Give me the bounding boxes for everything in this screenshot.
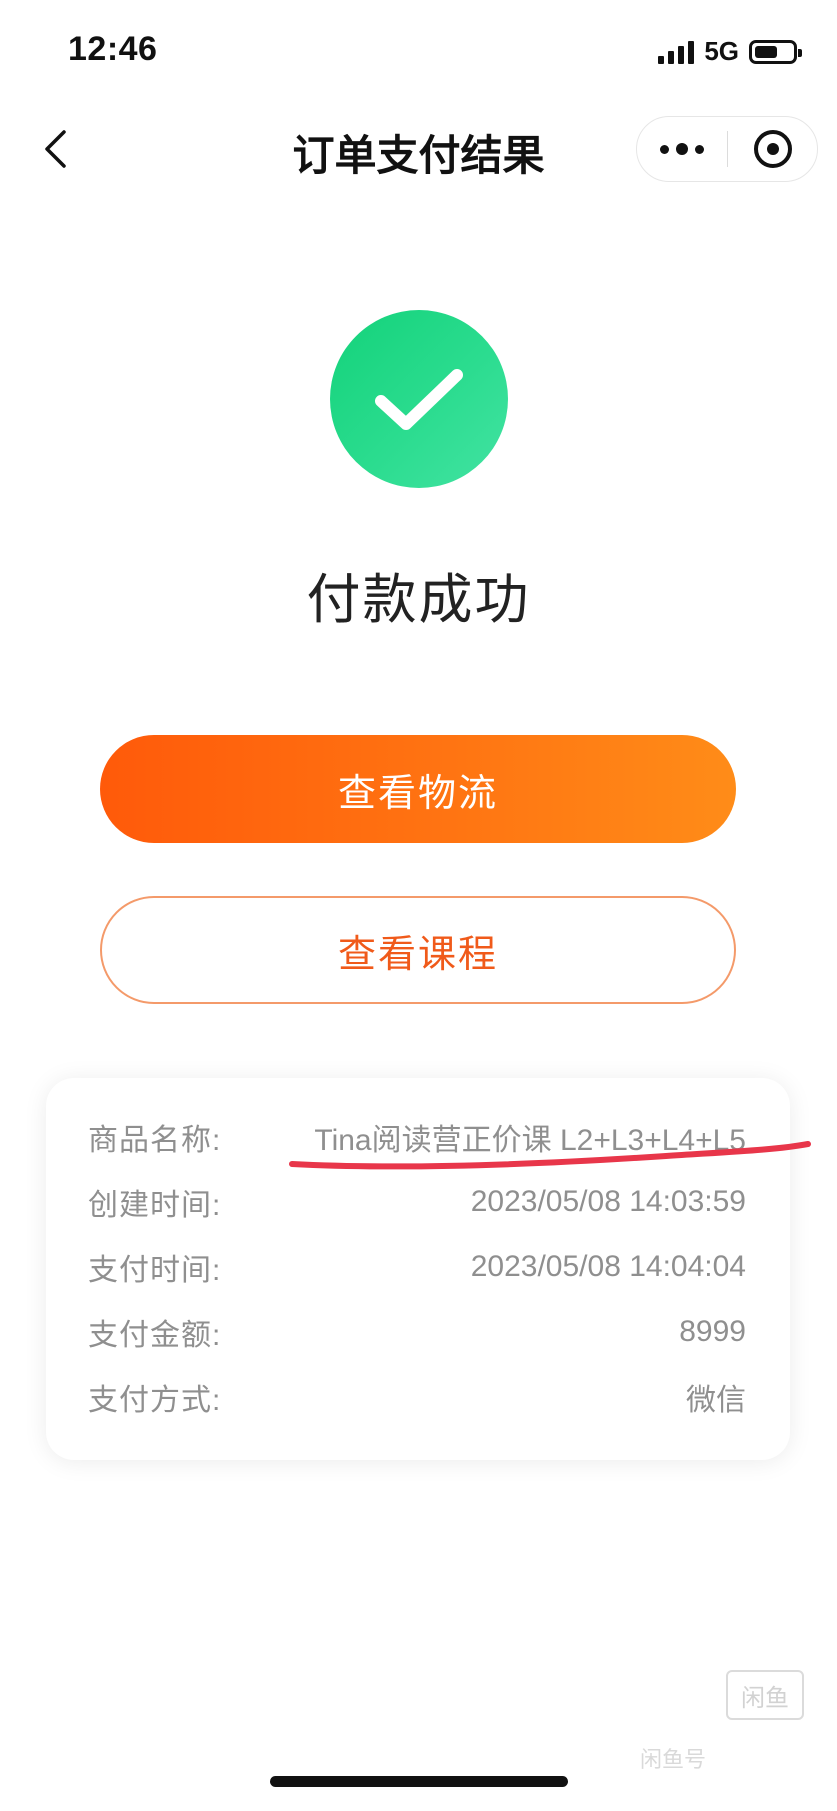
result-message: 付款成功 [306, 570, 531, 630]
order-row-product: 商品名称: Tina阅读营正价课 L2+L3+L4+L5 [88, 1112, 746, 1162]
network-type: 5G [704, 36, 739, 66]
target-close-icon [753, 130, 792, 168]
signal-icon [658, 40, 695, 64]
order-row-paid-time: 支付时间: 2023/05/08 14:04:04 [88, 1242, 746, 1292]
more-button[interactable] [637, 117, 727, 181]
order-row-created: 创建时间: 2023/05/08 14:03:59 [88, 1177, 746, 1227]
status-bar: 12:46 5G [0, 0, 837, 100]
watermark-logo: 闲鱼 [726, 1670, 804, 1720]
payment-method-label: 支付方式: [88, 1384, 222, 1417]
mini-program-capsule [636, 116, 818, 182]
created-time-value: 2023/05/08 14:03:59 [470, 1185, 746, 1218]
product-name-label: 商品名称: [88, 1124, 222, 1157]
status-icons: 5G [658, 36, 802, 67]
watermark-text: 闲鱼号 [640, 1747, 707, 1772]
payment-result-page: 12:46 5G 订单支付结果 付款成功 查看物流 查看课程 商品名称: Tin… [0, 0, 837, 1811]
product-name-value: Tina阅读营正价课 L2+L3+L4+L5 [314, 1124, 746, 1157]
close-button[interactable] [728, 117, 817, 181]
payment-time-label: 支付时间: [88, 1254, 222, 1287]
status-time: 12:46 [68, 30, 158, 68]
payment-method-value: 微信 [686, 1384, 746, 1417]
view-course-button[interactable]: 查看课程 [100, 896, 736, 1004]
success-check-icon [330, 310, 508, 488]
payment-amount-value: 8999 [679, 1315, 746, 1348]
order-info-card: 商品名称: Tina阅读营正价课 L2+L3+L4+L5 创建时间: 2023/… [46, 1078, 790, 1460]
view-logistics-button[interactable]: 查看物流 [100, 735, 736, 843]
created-time-label: 创建时间: [88, 1189, 222, 1222]
nav-bar: 订单支付结果 [0, 100, 837, 200]
payment-amount-label: 支付金额: [88, 1319, 222, 1352]
order-row-amount: 支付金额: 8999 [88, 1307, 746, 1357]
payment-time-value: 2023/05/08 14:04:04 [470, 1250, 746, 1283]
home-indicator [270, 1776, 568, 1787]
battery-level [755, 45, 778, 58]
checkmark-icon [375, 369, 463, 430]
more-dots-icon [660, 144, 669, 154]
battery-icon [749, 39, 802, 64]
order-row-method: 支付方式: 微信 [88, 1372, 746, 1422]
